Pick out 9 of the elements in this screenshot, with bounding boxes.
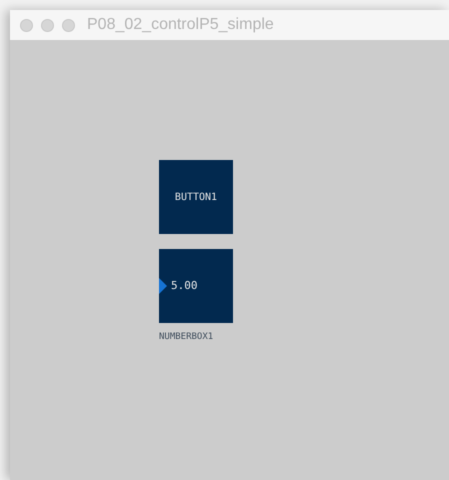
triangle-icon — [159, 278, 167, 294]
number-value: 5.00 — [171, 278, 198, 294]
number-box[interactable]: 5.00 — [159, 249, 233, 323]
number-box-label: NUMBERBOX1 — [159, 331, 214, 344]
close-window-button[interactable] — [20, 18, 33, 32]
minimize-window-button[interactable] — [41, 18, 54, 32]
window-title: P08_02_controlP5_simple — [87, 15, 274, 35]
zoom-window-button[interactable] — [62, 18, 75, 32]
control-button[interactable]: BUTTON1 — [159, 160, 233, 234]
